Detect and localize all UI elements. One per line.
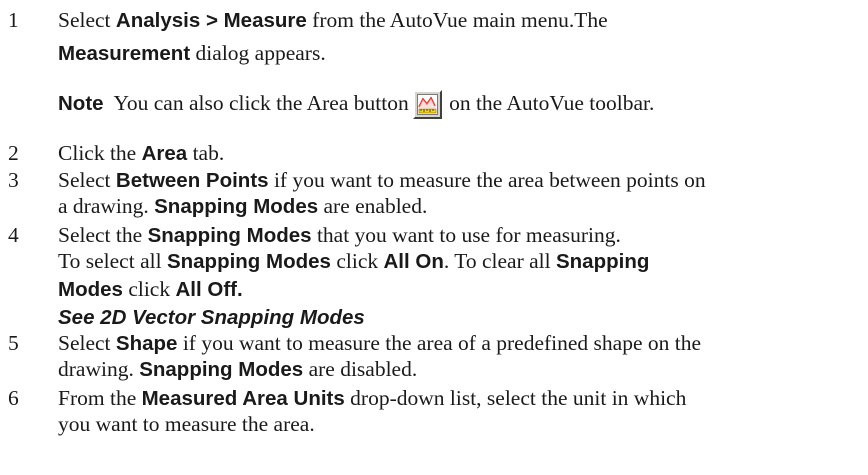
option-name: Snapping Modes <box>147 224 312 247</box>
note-line: Note You can also click the Area button … <box>58 90 654 119</box>
step-1-line-2: Measurement dialog appears. <box>58 41 326 65</box>
step-3-line-1: Select Between Points if you want to mea… <box>58 168 706 192</box>
step-4-line-2: To select all Snapping Modes click All O… <box>58 249 650 273</box>
step-3-line-2: a drawing. Snapping Modes are enabled. <box>58 194 428 218</box>
option-name: Snapping Modes <box>154 195 319 218</box>
step-1-line-1: Select Analysis > Measure from the AutoV… <box>58 8 608 32</box>
step-number: 3 <box>8 168 19 192</box>
area-measure-icon <box>416 94 438 115</box>
step-6-line-2: you want to measure the area. <box>58 412 315 436</box>
option-name: Shape <box>115 332 178 355</box>
menu-path: Analysis > Measure <box>115 9 307 32</box>
option-name: Modes <box>58 278 123 301</box>
area-measure-button[interactable] <box>412 90 442 119</box>
step-5-line-1: Select Shape if you want to measure the … <box>58 331 702 355</box>
step-number: 4 <box>8 223 19 247</box>
option-name: Snapping <box>555 250 650 273</box>
step-number: 6 <box>8 386 19 410</box>
option-name: All Off. <box>175 278 243 301</box>
note-label: Note <box>58 92 104 115</box>
step-5-line-2: drawing. Snapping Modes are disabled. <box>58 357 418 381</box>
step-4-line-1: Select the Snapping Modes that you want … <box>58 223 621 247</box>
step-6-line-1: From the Measured Area Units drop-down l… <box>58 386 687 410</box>
step-4-line-3: Modes click All Off. <box>58 277 243 301</box>
dialog-name: Measurement <box>58 42 191 65</box>
see-also-link[interactable]: See 2D Vector Snapping Modes <box>58 304 365 331</box>
option-name: Snapping Modes <box>139 358 304 381</box>
step-number: 5 <box>8 331 19 355</box>
option-name: Snapping Modes <box>166 250 331 273</box>
step-2-line-1: Click the Area tab. <box>58 141 225 165</box>
option-name: All On <box>383 250 444 273</box>
tab-name: Area <box>141 142 188 165</box>
document-page: 1 Select Analysis > Measure from the Aut… <box>0 0 868 475</box>
option-name: Measured Area Units <box>141 387 345 410</box>
step-number: 1 <box>8 8 19 32</box>
step-number: 2 <box>8 141 19 165</box>
option-name: Between Points <box>115 169 269 192</box>
